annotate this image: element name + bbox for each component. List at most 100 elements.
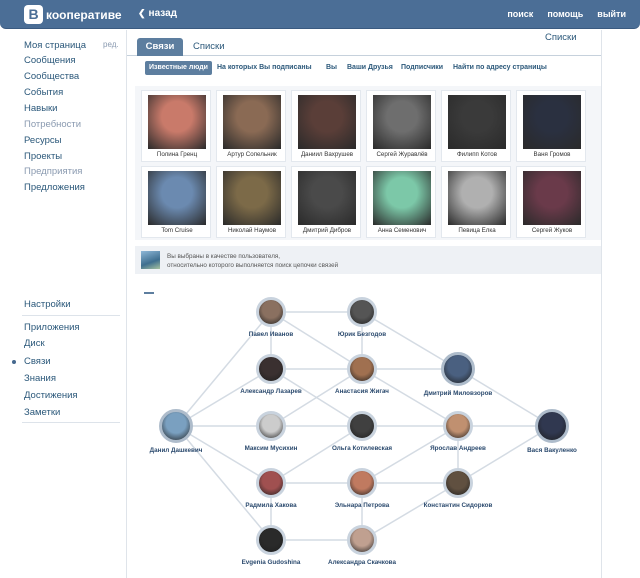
subtab[interactable]: Известные люди: [145, 61, 212, 75]
subtab[interactable]: Вы: [322, 61, 341, 75]
person-card[interactable]: Сергей Жуков: [516, 166, 586, 238]
person-photo[interactable]: [148, 171, 206, 225]
person-card[interactable]: Николай Наумов: [216, 166, 286, 238]
subtab[interactable]: Подписчики: [397, 61, 447, 75]
person-photo[interactable]: [523, 171, 581, 225]
sidebar-item[interactable]: Диск: [24, 338, 45, 349]
person-card[interactable]: Ваня Громов: [516, 90, 586, 162]
edit-link[interactable]: ред.: [103, 40, 119, 49]
person-card[interactable]: Полина Гренц: [141, 90, 211, 162]
graph-node-label[interactable]: Эльнара Петрова: [335, 502, 390, 509]
subtab[interactable]: На которых Вы подписаны: [213, 61, 316, 75]
person-photo[interactable]: [373, 95, 431, 149]
people-grid: Полина Гренц Артур Сопельник Даниил Вахруш…: [135, 86, 601, 240]
graph-node-label[interactable]: Дмитрий Миловзоров: [424, 390, 493, 397]
user-thumbnail[interactable]: [141, 251, 160, 269]
nav-search[interactable]: поиск: [507, 9, 533, 19]
graph-node[interactable]: [159, 409, 193, 443]
graph-node-label[interactable]: Юрик Безгодов: [338, 331, 386, 338]
graph-node-label[interactable]: Анастасия Жигач: [335, 388, 389, 395]
person-card[interactable]: Tom Cruise: [141, 166, 211, 238]
person-card[interactable]: Дмитрий Дибров: [291, 166, 361, 238]
sidebar-item[interactable]: Связи: [24, 356, 51, 367]
person-card[interactable]: Анна Семенович: [366, 166, 436, 238]
person-card[interactable]: Филипп Котов: [441, 90, 511, 162]
sidebar-item[interactable]: Сообщения: [24, 55, 76, 66]
sidebar-item[interactable]: Предприятия: [24, 166, 82, 177]
graph-node-label[interactable]: Александр Лазарев: [240, 388, 301, 395]
info-text: Вы выбраны в качестве пользователя, отно…: [167, 253, 338, 270]
tab-connections[interactable]: Связи: [137, 38, 183, 56]
top-bar: В кооперативе ❮ назад поиск помощь выйти: [0, 0, 640, 29]
sidebar-item[interactable]: Сообщества: [24, 71, 79, 82]
person-name: Tom Cruise: [161, 227, 193, 234]
lists-link[interactable]: Списки: [545, 32, 577, 43]
subtab[interactable]: Ваши Друзья: [343, 61, 397, 75]
subtab[interactable]: Найти по адресу страницы: [449, 61, 551, 75]
sidebar-item[interactable]: События: [24, 87, 63, 98]
top-nav: поиск помощь выйти: [507, 9, 626, 19]
graph-node[interactable]: [441, 352, 475, 386]
graph-node-label[interactable]: Александра Скачкова: [328, 559, 396, 566]
active-item-dot: [12, 360, 16, 364]
sidebar-item[interactable]: Знания: [24, 373, 56, 384]
tabs-row: Связи Списки: [127, 38, 601, 56]
graph-node[interactable]: [347, 297, 377, 327]
graph-node-label[interactable]: Павел Иванов: [249, 331, 293, 338]
graph-node-label[interactable]: Константин Сидорков: [424, 502, 493, 509]
sidebar-item[interactable]: Потребности: [24, 119, 81, 130]
person-name: Филипп Котов: [456, 151, 498, 158]
person-name: Николай Наумов: [227, 227, 277, 234]
person-name: Дмитрий Дибров: [302, 227, 352, 234]
graph-node[interactable]: [256, 354, 286, 384]
person-photo[interactable]: [523, 95, 581, 149]
person-photo[interactable]: [448, 95, 506, 149]
info-line-1: Вы выбраны в качестве пользователя,: [167, 253, 281, 260]
tab-lists[interactable]: Списки: [193, 38, 225, 56]
graph-node-label[interactable]: Ярослав Андреев: [430, 445, 486, 452]
graph-node-label[interactable]: Радмила Хакова: [245, 502, 296, 509]
person-photo[interactable]: [223, 95, 281, 149]
sidebar-item[interactable]: Настройки: [24, 299, 71, 310]
graph-node-label[interactable]: Максим Мусихин: [245, 445, 298, 452]
graph-node[interactable]: [256, 468, 286, 498]
graph-node[interactable]: [347, 468, 377, 498]
person-photo[interactable]: [298, 171, 356, 225]
graph-node[interactable]: [256, 411, 286, 441]
site-logo[interactable]: В кооперативе: [24, 5, 122, 24]
sidebar-item[interactable]: Предложения: [24, 182, 85, 193]
sidebar-item[interactable]: Приложения: [24, 322, 80, 333]
sidebar-item[interactable]: Заметки: [24, 407, 60, 418]
person-photo[interactable]: [223, 171, 281, 225]
graph-node[interactable]: [347, 354, 377, 384]
person-card[interactable]: Певица Ёлка: [441, 166, 511, 238]
back-link[interactable]: ❮ назад: [138, 8, 177, 19]
graph-node-label[interactable]: Данил Дашкевич: [150, 447, 203, 454]
person-photo[interactable]: [148, 95, 206, 149]
nav-logout[interactable]: выйти: [597, 9, 626, 19]
sidebar-item[interactable]: Достижения: [24, 390, 78, 401]
graph-node-label[interactable]: Ольга Котилевская: [332, 445, 392, 452]
person-card[interactable]: Даниил Вахрушев: [291, 90, 361, 162]
graph-node[interactable]: [347, 411, 377, 441]
sidebar-item[interactable]: Навыки: [24, 103, 57, 114]
person-card[interactable]: Сергей Журавлёв: [366, 90, 436, 162]
sidebar-item[interactable]: Проекты: [24, 151, 62, 162]
graph-node[interactable]: [256, 297, 286, 327]
graph-node[interactable]: [443, 468, 473, 498]
graph-node[interactable]: [347, 525, 377, 555]
graph-node[interactable]: [443, 411, 473, 441]
nav-help[interactable]: помощь: [547, 9, 583, 19]
sidebar-item[interactable]: Ресурсы: [24, 135, 61, 146]
graph-node[interactable]: [256, 525, 286, 555]
person-name: Певица Ёлка: [458, 227, 496, 234]
person-photo[interactable]: [448, 171, 506, 225]
person-card[interactable]: Артур Сопельник: [216, 90, 286, 162]
graph-node[interactable]: [535, 409, 569, 443]
graph-node-label[interactable]: Вася Вакуленко: [527, 447, 577, 454]
graph-node-label[interactable]: Evgenia Gudoshina: [242, 559, 301, 566]
sidebar-item[interactable]: Моя страница: [24, 40, 86, 51]
person-photo[interactable]: [298, 95, 356, 149]
person-photo[interactable]: [373, 171, 431, 225]
person-name: Полина Гренц: [156, 151, 198, 158]
